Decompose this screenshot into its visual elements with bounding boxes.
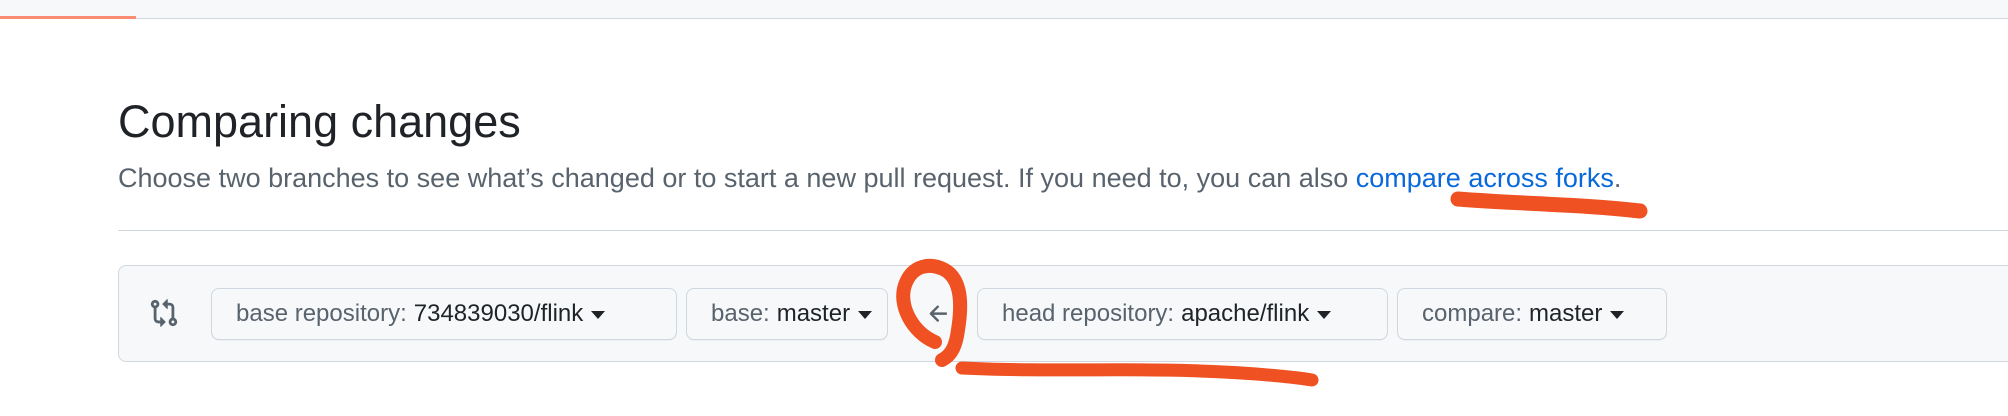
head-repository-label: head repository: bbox=[1002, 300, 1175, 327]
caret-down-icon bbox=[1610, 311, 1625, 319]
compare-branch-value: master bbox=[1529, 300, 1603, 327]
underline-mark-head bbox=[955, 361, 1319, 387]
base-repository-value: 734839030/flink bbox=[413, 300, 584, 327]
underline-mark-link bbox=[1450, 191, 1648, 219]
base-repository-select[interactable]: base repository: 734839030/flink bbox=[211, 288, 677, 340]
subtitle-period: . bbox=[1613, 163, 1622, 193]
page-subtitle: Choose two branches to see what’s change… bbox=[118, 160, 1621, 196]
compare-page: Comparing changes Choose two branches to… bbox=[0, 0, 2008, 416]
head-repository-select[interactable]: head repository: apache/flink bbox=[977, 288, 1388, 340]
head-repository-value: apache/flink bbox=[1181, 300, 1310, 327]
compare-branch-label: compare: bbox=[1422, 300, 1523, 327]
base-repository-label: base repository: bbox=[236, 300, 407, 327]
git-compare-icon bbox=[150, 299, 178, 327]
page-title: Comparing changes bbox=[118, 96, 521, 147]
range-editor: base repository: 734839030/flink base: m… bbox=[118, 265, 2008, 362]
caret-down-icon bbox=[1317, 311, 1332, 319]
header-divider bbox=[118, 230, 2008, 231]
base-branch-label: base: bbox=[711, 300, 770, 327]
base-branch-value: master bbox=[776, 300, 851, 327]
caret-down-icon bbox=[591, 311, 606, 319]
base-branch-select[interactable]: base: master bbox=[686, 288, 888, 340]
tab-bar bbox=[0, 0, 2008, 19]
subtitle-text: Choose two branches to see what’s change… bbox=[118, 163, 1356, 193]
caret-down-icon bbox=[858, 311, 873, 319]
active-tab-underline bbox=[0, 16, 136, 19]
compare-branch-select[interactable]: compare: master bbox=[1397, 288, 1667, 340]
compare-across-forks-link[interactable]: compare across forks bbox=[1356, 163, 1614, 193]
arrow-left-icon bbox=[929, 305, 948, 322]
